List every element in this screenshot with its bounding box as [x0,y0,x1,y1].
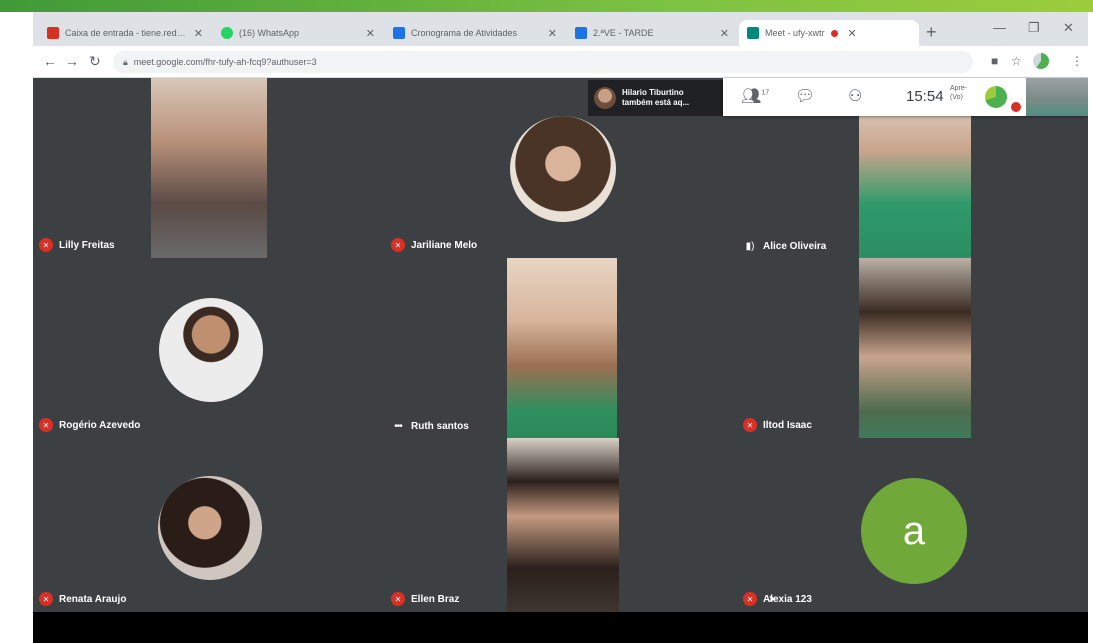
meet-icon [747,27,759,39]
participant-avatar [510,116,616,222]
mic-off-icon: ✕ [39,238,53,252]
mic-off-icon: ✕ [743,418,757,432]
gmail-icon [47,27,59,39]
close-icon[interactable]: ✕ [194,27,203,40]
tab-gmail[interactable]: Caixa de entrada - tiene.redes - x ✕ [39,20,211,46]
close-icon[interactable]: ✕ [848,27,857,40]
participant-video [507,438,619,612]
participant-tile[interactable]: ✕ Rogério Azevedo [33,258,385,438]
top-green-stripe [0,0,1093,12]
clock: 15:54 [906,88,944,105]
close-icon[interactable]: ✕ [366,27,375,40]
browser-toolbar: ← → ↻ 🔒︎ meet.google.com/fhr-tufy-ah-fcq… [33,46,1088,78]
presentation-label-line2: (Vo) [950,94,963,101]
participant-name: Ruth santos [411,421,469,432]
people-icon[interactable]: 👥︎17 [741,86,769,106]
bottom-control-bar [33,612,1088,643]
participant-tile[interactable]: ✕ Lilly Freitas [33,78,385,258]
participant-tile[interactable]: ••• Ruth santos [385,258,737,438]
lock-icon: 🔒︎ [123,56,128,67]
participant-name: Rogério Azevedo [59,419,141,431]
participant-tile[interactable]: ✕ Ellen Braz [385,438,737,612]
browser-tab-strip: Caixa de entrada - tiene.redes - x ✕ (16… [33,12,1088,46]
participant-tile[interactable]: ✕ Renata Araujo [33,438,385,612]
tab-title: Caixa de entrada - tiene.redes - x [65,28,188,38]
chat-icon[interactable]: 💬︎ [795,86,815,106]
presentation-label-line1: Apre- [950,85,968,92]
self-view-video[interactable] [1026,78,1088,116]
star-icon[interactable]: ☆ [1011,54,1022,68]
mic-on-icon: ▮) [745,241,755,252]
close-icon[interactable]: ✕ [548,27,557,40]
mic-muted-badge-icon [1011,102,1021,112]
mic-off-icon: ✕ [39,592,53,606]
tab-title: Cronograma de Atividades [411,28,518,38]
avatar [594,87,616,109]
tab-title: (16) WhatsApp [239,28,300,38]
minimize-button[interactable]: — [993,20,1006,35]
participant-name: Renata Araujo [59,593,127,605]
participant-video [507,258,617,438]
more-options-icon[interactable]: ••• [391,421,405,432]
participant-name: Iltod Isaac [763,419,812,431]
participant-name: Alice Oliveira [763,241,827,252]
participant-avatar [159,298,263,402]
forward-arrow-icon[interactable]: → [65,53,79,69]
close-icon[interactable]: ✕ [720,27,729,40]
camera-icon[interactable]: ■ [991,54,998,68]
participant-video [859,258,971,438]
url-text: meet.google.com/fhr-tufy-ah-fcq9?authuse… [133,57,317,67]
participant-name: Lilly Freitas [59,239,115,251]
new-tab-button[interactable]: + [926,22,937,43]
profile-icon[interactable] [1033,53,1049,69]
mouse-cursor-icon: ➤ [768,594,777,605]
participant-name: Jariliane Melo [411,239,478,251]
tab-cronograma[interactable]: Cronograma de Atividades ✕ [385,20,565,46]
mic-off-icon: ✕ [391,592,405,606]
left-page-margin [0,12,33,643]
participant-count: 17 [761,89,770,97]
menu-icon[interactable]: ⋮ [1071,54,1083,68]
presentation-label[interactable]: Apre- (Vo) [950,84,967,102]
participant-letter-avatar: a [861,478,967,584]
tab-title: Meet - ufy-xwtr [765,28,825,38]
mic-off-icon: ✕ [391,238,405,252]
participant-tile[interactable]: ✕ Iltod Isaac [737,258,1088,438]
close-window-button[interactable]: ✕ [1063,20,1074,36]
notification-message: também está aq... [622,98,690,107]
notification-name: Hilario Tiburtino [622,88,684,97]
join-notification: Hilario Tiburtino também está aq... [588,80,723,116]
recording-icon [830,29,838,37]
activities-icon[interactable]: ⚇ [848,86,862,106]
docs-icon [393,27,405,39]
address-bar[interactable]: 🔒︎ meet.google.com/fhr-tufy-ah-fcq9?auth… [113,51,973,73]
whatsapp-icon [221,27,233,39]
docs-icon [575,27,587,39]
tab-whatsapp[interactable]: (16) WhatsApp ✕ [213,20,383,46]
reload-icon[interactable]: ↻ [89,53,101,70]
participant-name: Ellen Braz [411,593,460,605]
mic-off-icon: ✕ [39,418,53,432]
participant-video [151,78,267,258]
tab-meet[interactable]: Meet - ufy-xwtr ✕ [739,20,919,46]
back-arrow-icon[interactable]: ← [43,53,57,69]
tab-title: 2.ªVE - TARDE [593,28,654,38]
screen: Caixa de entrada - tiene.redes - x ✕ (16… [33,12,1088,643]
restore-button[interactable]: ❐ [1028,20,1040,36]
right-page-margin [1088,12,1093,643]
participant-tile[interactable]: a ✕ Alexia 123 ➤ [737,438,1088,612]
user-avatar[interactable] [985,86,1007,108]
tab-tarde[interactable]: 2.ªVE - TARDE ✕ [567,20,737,46]
participant-avatar [158,476,262,580]
mic-off-icon: ✕ [743,592,757,606]
